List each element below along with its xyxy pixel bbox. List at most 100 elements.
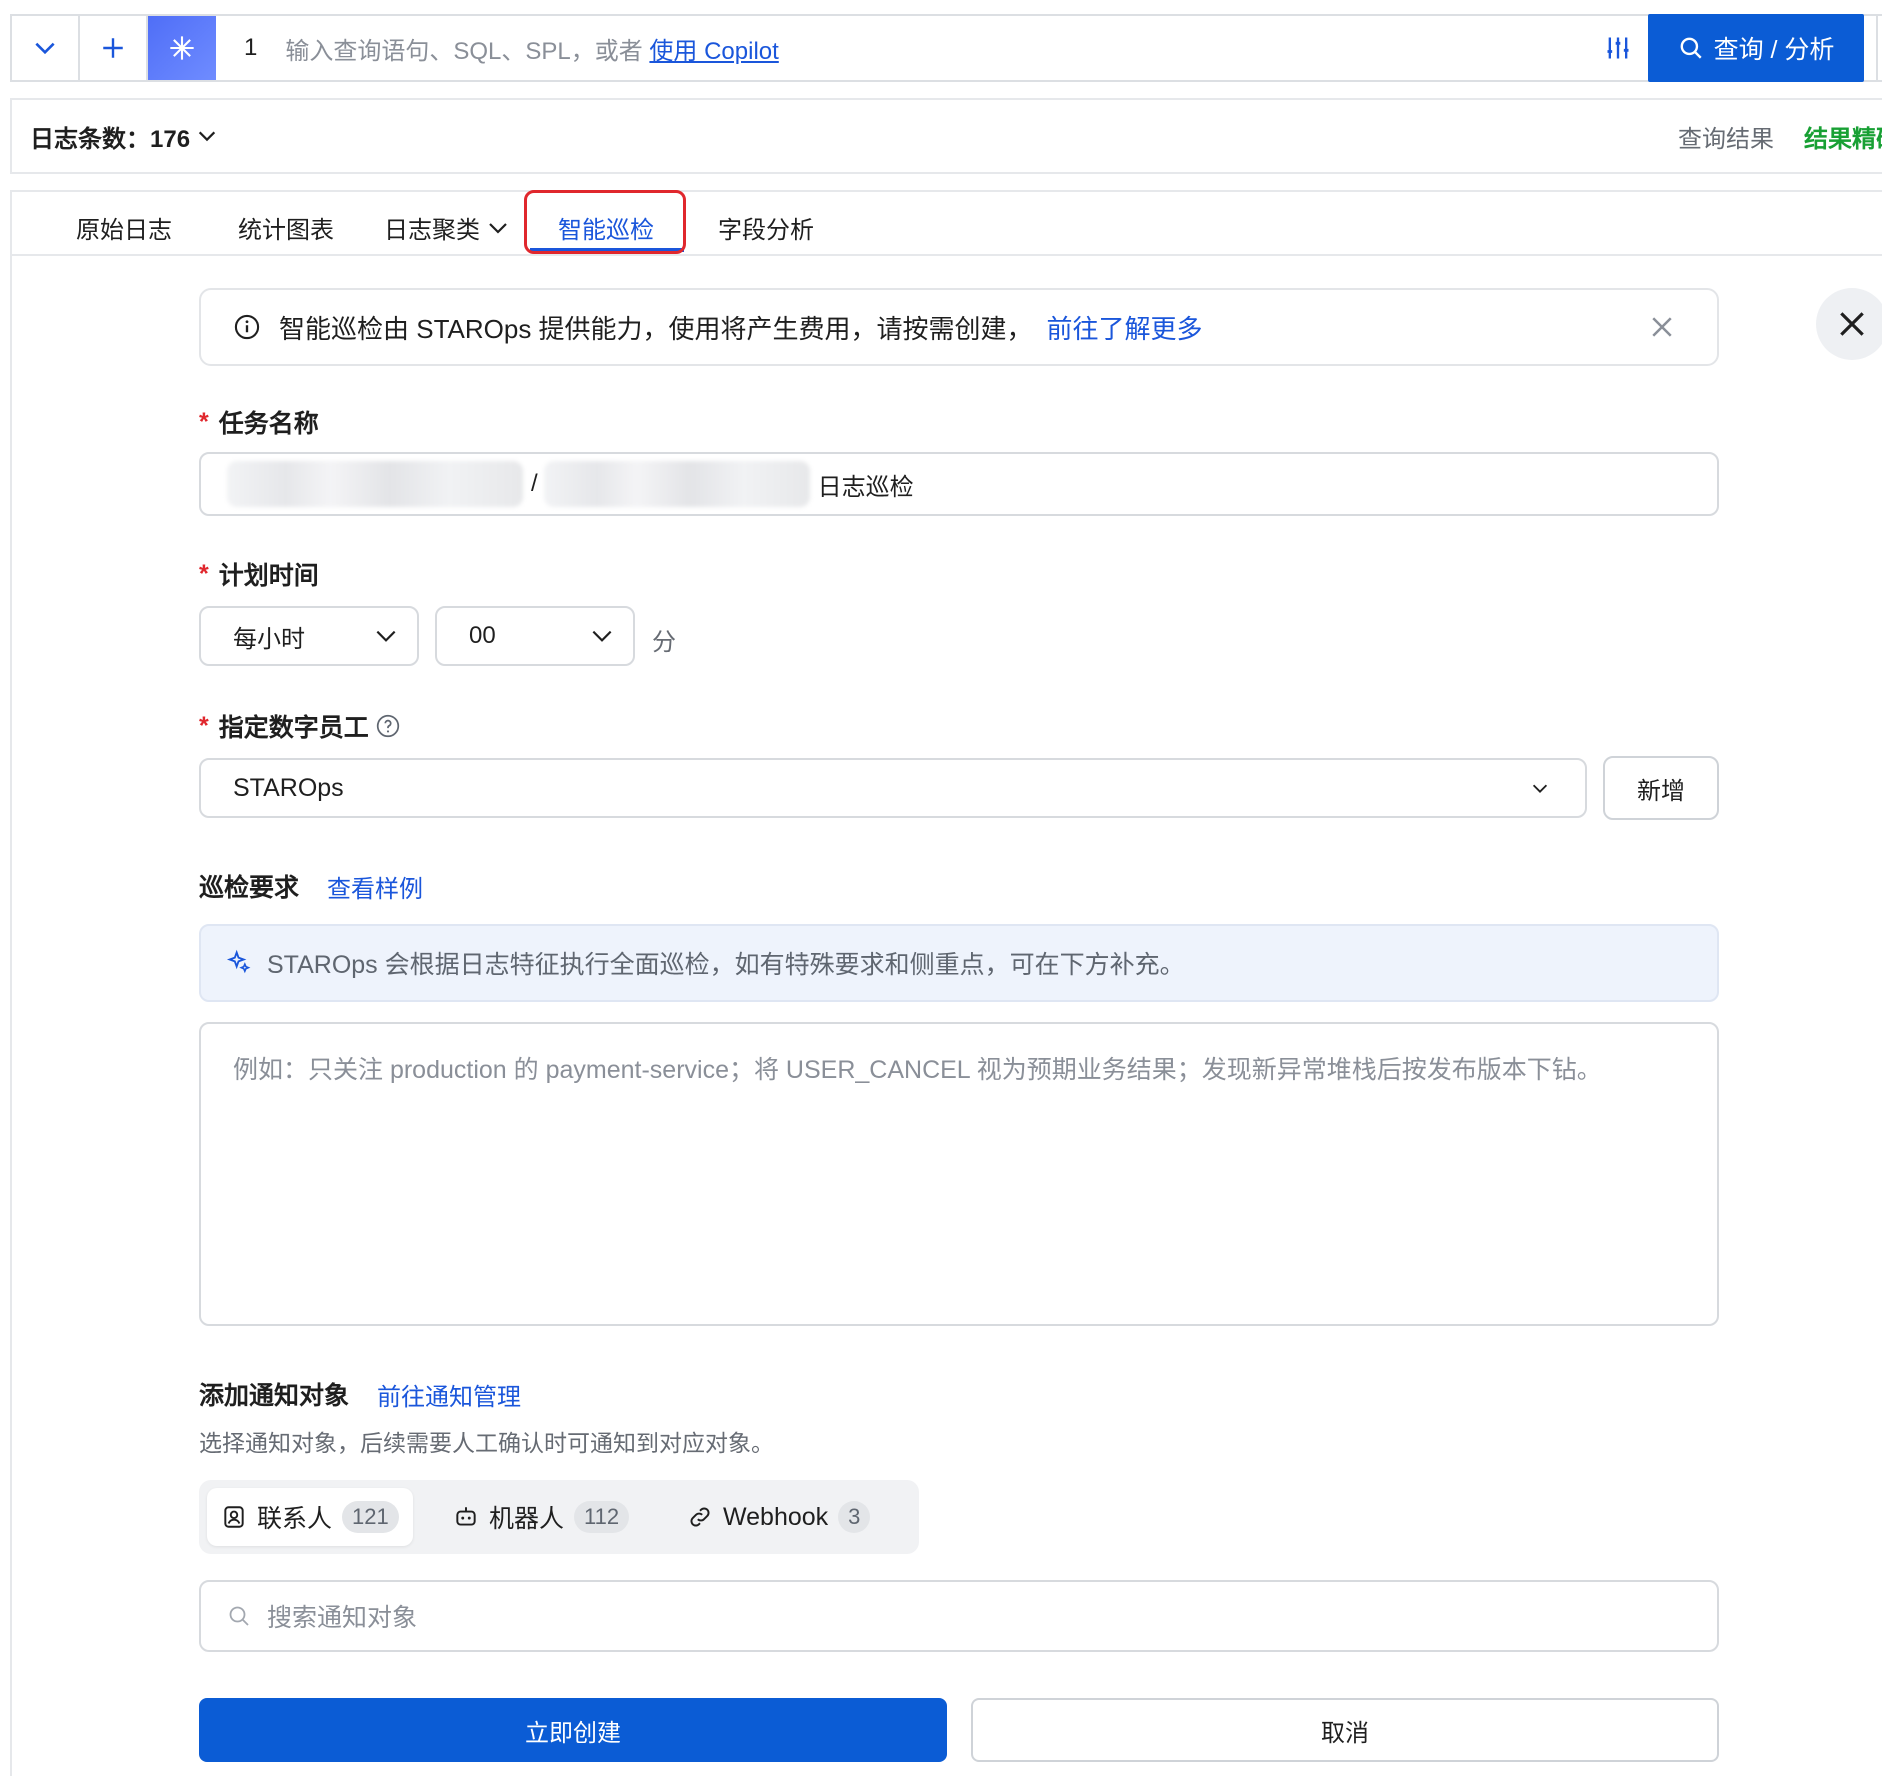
query-input[interactable]: 输入查询语句、SQL、SPL，或者 使用 Copilot <box>285 31 1588 66</box>
info-icon <box>234 314 260 340</box>
search-icon <box>229 1606 249 1626</box>
task-name-input[interactable]: / 日志巡检 <box>199 452 1719 516</box>
sparkle-icon <box>170 36 194 60</box>
result-precise-label: 结果精确 <box>1804 125 1882 153</box>
tab-charts[interactable]: 统计图表 <box>238 210 334 245</box>
required-mark: * <box>199 559 209 588</box>
info-notice: 智能巡检由 STAROps 提供能力，使用将产生费用，请按需创建， 前往了解更多 <box>199 288 1719 366</box>
sliders-icon <box>1607 37 1629 59</box>
worker-value: STAROps <box>233 773 344 802</box>
notify-description: 选择通知对象，后续需要人工确认时可通知到对应对象。 <box>199 1430 774 1456</box>
close-icon[interactable] <box>1647 312 1677 342</box>
result-status: 查询结果 结果精确 <box>1678 100 1882 172</box>
requirements-hint-text: STAROps 会根据日志特征执行全面巡检，如有特殊要求和侧重点，可在下方补充。 <box>267 951 1185 979</box>
help-icon[interactable] <box>375 713 401 739</box>
requirements-hint: STAROps 会根据日志特征执行全面巡检，如有特殊要求和侧重点，可在下方补充。 <box>199 924 1719 1002</box>
segment-label: 机器人 <box>489 1505 565 1533</box>
notify-search-placeholder: 搜索通知对象 <box>267 1604 418 1632</box>
count-badge: 3 <box>838 1501 871 1533</box>
view-example-link[interactable]: 查看样例 <box>327 869 423 904</box>
cancel-label: 取消 <box>1321 1719 1369 1747</box>
query-placeholder: 输入查询语句、SQL、SPL，或者 <box>285 37 643 65</box>
count-badge: 112 <box>574 1501 630 1533</box>
contact-icon <box>224 1506 244 1528</box>
query-bar-tail <box>1876 14 1882 82</box>
count-badge: 121 <box>342 1501 399 1533</box>
search-analyze-label: 查询 / 分析 <box>1713 36 1835 64</box>
chevron-down-icon <box>1532 784 1548 793</box>
segment-webhook[interactable]: Webhook 3 <box>673 1488 884 1546</box>
segment-label: 联系人 <box>257 1505 333 1533</box>
chevron-down-icon <box>376 630 396 642</box>
robot-icon <box>456 1507 476 1526</box>
create-now-button[interactable]: 立即创建 <box>199 1698 947 1762</box>
tab-log-clustering[interactable]: 日志聚类 <box>384 210 510 245</box>
learn-more-link[interactable]: 前往了解更多 <box>1047 309 1203 346</box>
query-result-label: 查询结果 <box>1678 125 1774 153</box>
task-name-suffix: 日志巡检 <box>817 473 914 501</box>
log-count-dropdown[interactable]: 日志条数：176 <box>30 119 218 154</box>
plus-icon <box>103 38 123 58</box>
copilot-button[interactable] <box>148 16 216 80</box>
requirements-label-text: 巡检要求 <box>199 874 300 902</box>
tab-label: 原始日志 <box>76 217 172 244</box>
notify-label: 添加通知对象 前往通知管理 <box>199 1376 521 1412</box>
segment-contacts[interactable]: 联系人 121 <box>207 1488 413 1546</box>
log-count-bar: 日志条数：176 查询结果 结果精确 <box>10 98 1882 174</box>
notify-type-segmented: 联系人 121 机器人 112 Webhook 3 <box>199 1480 919 1554</box>
search-analyze-button[interactable]: 查询 / 分析 <box>1648 14 1864 82</box>
chevron-down-icon <box>592 630 612 642</box>
collapse-button[interactable] <box>12 16 80 80</box>
add-worker-button[interactable]: 新增 <box>1603 756 1719 820</box>
notify-search-input[interactable]: 搜索通知对象 <box>199 1580 1719 1652</box>
schedule-label-text: 计划时间 <box>218 562 319 590</box>
copilot-link[interactable]: 使用 Copilot <box>649 38 778 65</box>
worker-label-text: 指定数字员工 <box>218 714 369 742</box>
add-worker-label: 新增 <box>1637 777 1685 805</box>
notice-text: 智能巡检由 STAROps 提供能力，使用将产生费用，请按需创建， <box>279 313 1033 344</box>
line-number: 1 <box>244 34 258 61</box>
chevron-down-icon <box>198 131 216 142</box>
minute-value: 00 <box>469 622 496 649</box>
settings-toggle[interactable] <box>1588 16 1648 80</box>
tab-field-analysis[interactable]: 字段分析 <box>718 210 814 245</box>
link-icon <box>690 1507 710 1527</box>
close-panel-button[interactable] <box>1816 288 1882 360</box>
segment-label: Webhook <box>723 1502 829 1531</box>
panel-left-border <box>10 256 12 1776</box>
minute-unit: 分 <box>652 629 676 656</box>
chevron-down-icon <box>489 222 507 234</box>
frequency-select[interactable]: 每小时 <box>199 606 419 666</box>
tab-label: 字段分析 <box>718 217 814 244</box>
worker-select[interactable]: STAROps <box>199 758 1587 818</box>
create-now-label: 立即创建 <box>525 1719 621 1747</box>
frequency-value: 每小时 <box>233 625 305 653</box>
add-query-button[interactable] <box>80 16 148 80</box>
minute-select[interactable]: 00 <box>435 606 635 666</box>
tab-highlight-annotation <box>524 190 686 254</box>
redacted-text <box>227 461 523 507</box>
sparkle-icon <box>226 949 251 974</box>
required-mark: * <box>199 711 209 740</box>
schedule-label: * 计划时间 <box>199 556 319 592</box>
worker-label: * 指定数字员工 <box>199 708 401 744</box>
task-name-label: * 任务名称 <box>199 404 319 440</box>
required-mark: * <box>199 407 209 436</box>
requirements-textarea[interactable]: 例如：只关注 production 的 payment-service；将 US… <box>199 1022 1719 1326</box>
task-name-label-text: 任务名称 <box>218 410 319 438</box>
notify-management-link[interactable]: 前往通知管理 <box>377 1377 521 1412</box>
requirements-label: 巡检要求 查看样例 <box>199 868 423 904</box>
segment-robots[interactable]: 机器人 112 <box>439 1488 643 1546</box>
cancel-button[interactable]: 取消 <box>971 1698 1719 1762</box>
close-icon <box>1840 312 1864 336</box>
query-bar: 1 输入查询语句、SQL、SPL，或者 使用 Copilot 查询 / 分析 <box>10 14 1882 82</box>
result-tabs: 原始日志 统计图表 日志聚类 智能巡检 字段分析 <box>10 190 1882 256</box>
log-count-label: 日志条数：176 <box>30 125 191 153</box>
tab-label: 统计图表 <box>238 217 334 244</box>
requirements-placeholder: 例如：只关注 production 的 payment-service；将 US… <box>233 1056 1602 1084</box>
tab-raw-logs[interactable]: 原始日志 <box>76 210 172 245</box>
redacted-text <box>543 461 810 507</box>
chevron-down-icon <box>35 42 55 55</box>
tab-label: 日志聚类 <box>384 217 480 244</box>
task-name-separator: / <box>531 470 538 497</box>
